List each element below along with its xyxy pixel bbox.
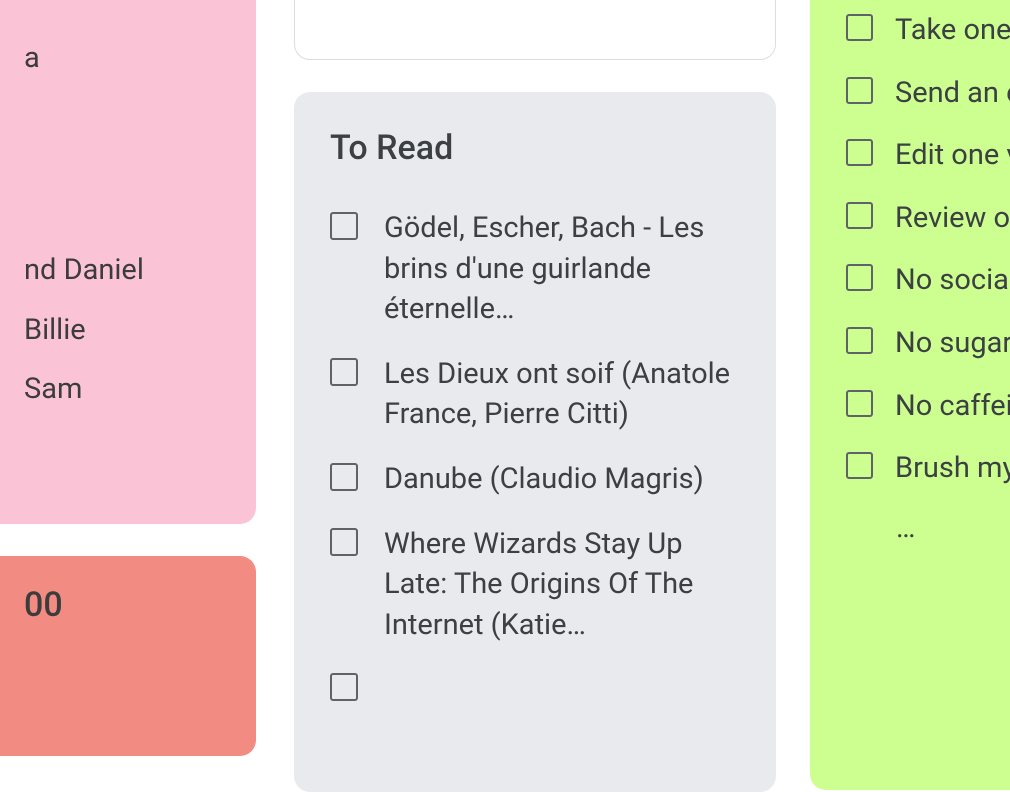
checklist-text: Take one proper ca [895,10,1010,51]
checkbox-icon[interactable] [846,264,873,291]
checklist-item[interactable]: Review o [846,198,1010,239]
checkbox-icon[interactable] [330,673,358,701]
checklist-item[interactable]: No socia [846,260,1010,301]
checklist-item[interactable]: No sugar [846,323,1010,364]
checklist-item[interactable]: Danube (Claudio Magris) [330,459,740,500]
checklist-item[interactable]: Gödel, Escher, Bach - Les brins d'une gu… [330,208,740,330]
checkbox-icon[interactable] [330,212,358,240]
checkbox-icon[interactable] [846,390,873,417]
pink-name-item: Billie [0,310,232,351]
pink-note-card[interactable]: a nd Daniel Billie Sam [0,0,256,524]
pink-name-item: nd Daniel [0,250,232,291]
checklist-text: Review o [895,198,1010,239]
checklist-text: Danube (Claudio Magris) [384,459,704,500]
orange-num-text: 00 [0,585,232,625]
checklist-text: No socia [895,260,1009,301]
green-note-card[interactable]: Take one proper ca Send an e to one fri … [810,0,1010,790]
ellipsis-text: … [896,511,1010,545]
checklist-item[interactable] [330,669,740,701]
card-title: To Read [330,128,740,168]
checkbox-icon[interactable] [846,327,873,354]
checklist-item[interactable]: Les Dieux ont soif (Anatole France, Pier… [330,354,740,435]
checklist-text: Where Wizards Stay Up Late: The Origins … [384,524,740,646]
checkbox-icon[interactable] [846,452,873,479]
checklist-text: Gödel, Escher, Bach - Les brins d'une gu… [384,208,740,330]
checkbox-icon[interactable] [846,14,873,41]
white-note-card[interactable] [294,0,776,60]
checklist-item[interactable]: No caffei [846,386,1010,427]
checklist-text: No caffei [895,386,1010,427]
checkbox-icon[interactable] [330,463,358,491]
to-read-note-card[interactable]: To Read Gödel, Escher, Bach - Les brins … [294,92,776,792]
checkbox-icon[interactable] [330,528,358,556]
checklist-text: No sugar [895,323,1010,364]
checklist-item[interactable]: Take one proper ca [846,10,1010,51]
checklist-text: Edit one v per day [895,135,1010,176]
checkbox-icon[interactable] [846,77,873,104]
checklist-item[interactable]: Send an e to one fri [846,73,1010,114]
checklist-item[interactable]: Brush my morning [846,448,1010,489]
checklist-item[interactable]: Where Wizards Stay Up Late: The Origins … [330,524,740,646]
checklist-text: Send an e to one fri [895,73,1010,114]
checklist-item[interactable]: Edit one v per day [846,135,1010,176]
pink-partial-text: a [0,41,232,75]
orange-note-card[interactable]: 00 [0,556,256,756]
pink-name-item: Sam [0,369,232,410]
checkbox-icon[interactable] [330,358,358,386]
checklist-text: Les Dieux ont soif (Anatole France, Pier… [384,354,740,435]
checklist-text: Brush my morning [895,448,1010,489]
checkbox-icon[interactable] [846,139,873,166]
checkbox-icon[interactable] [846,202,873,229]
